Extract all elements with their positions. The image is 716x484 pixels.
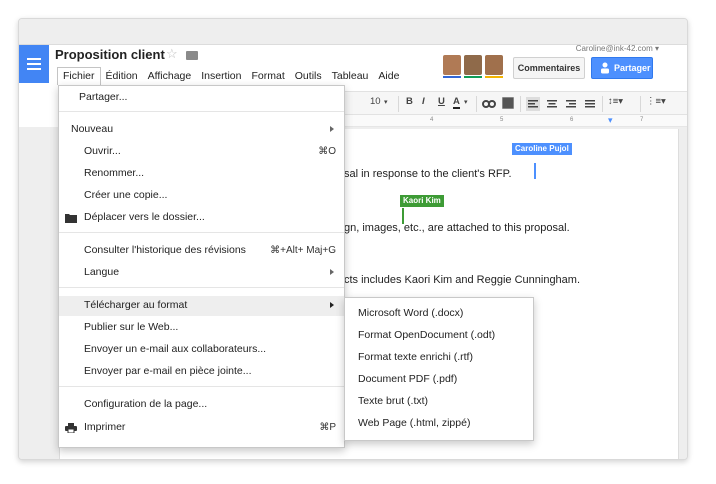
menu-item-publish[interactable]: Publier sur le Web...	[59, 318, 344, 338]
ruler: 4 5 6 7 ▾	[344, 115, 687, 127]
share-button[interactable]: Partager	[591, 57, 653, 79]
format-toolbar: 10 ▾ B I U A ▾ ↕≡▾ ⋮≡▾	[344, 91, 687, 115]
bold-button[interactable]: B	[406, 96, 413, 107]
menu-aide[interactable]: Aide	[373, 67, 404, 85]
line-spacing-icon[interactable]: ↕≡▾	[608, 96, 623, 107]
indent-marker-icon[interactable]: ▾	[608, 115, 613, 126]
align-left-icon[interactable]	[526, 97, 540, 111]
menu-fichier[interactable]: Fichier	[57, 67, 101, 85]
folder-icon	[65, 214, 77, 223]
menu-item-open[interactable]: Ouvrir... ⌘O	[59, 142, 344, 162]
avatar[interactable]	[464, 55, 482, 78]
person-icon	[601, 62, 609, 74]
share-label: Partager	[614, 63, 651, 73]
menu-item-history[interactable]: Consulter l'historique des révisions ⌘+Al…	[59, 241, 344, 261]
text-color-button[interactable]: A	[453, 96, 460, 109]
comment-icon[interactable]	[502, 97, 514, 109]
menu-item-move[interactable]: Déplacer vers le dossier...	[59, 208, 344, 228]
menu-edition[interactable]: Édition	[101, 67, 143, 85]
menu-item-new[interactable]: Nouveau	[59, 120, 344, 140]
align-right-icon[interactable]	[564, 97, 578, 111]
menu-item-email-collaborators[interactable]: Envoyer un e-mail aux collaborateurs...	[59, 340, 344, 360]
menu-affichage[interactable]: Affichage	[143, 67, 197, 85]
menu-item-language[interactable]: Langue	[59, 263, 344, 283]
download-pdf[interactable]: Document PDF (.pdf)	[358, 373, 457, 385]
font-size-chevron-icon[interactable]: ▾	[384, 98, 388, 106]
comments-button[interactable]: Commentaires	[513, 57, 585, 79]
menu-item-page-setup[interactable]: Configuration de la page...	[59, 395, 344, 415]
menu-bar: Fichier Édition Affichage Insertion Form…	[57, 67, 404, 85]
download-odt[interactable]: Format OpenDocument (.odt)	[358, 329, 495, 341]
menu-item-rename[interactable]: Renommer...	[59, 164, 344, 184]
menu-item-download[interactable]: Télécharger au format	[59, 296, 344, 316]
printer-icon	[65, 423, 77, 433]
download-txt[interactable]: Texte brut (.txt)	[358, 395, 428, 407]
doc-text-line[interactable]: gn, images, etc., are attached to this p…	[344, 222, 570, 234]
menu-format[interactable]: Format	[247, 67, 290, 85]
numbered-list-icon[interactable]: ⋮≡▾	[646, 96, 666, 107]
menu-insertion[interactable]: Insertion	[196, 67, 246, 85]
collaborator-cursor	[402, 208, 404, 224]
avatar[interactable]	[443, 55, 461, 78]
underline-button[interactable]: U	[438, 96, 445, 107]
link-icon[interactable]	[482, 98, 496, 110]
menu-item-print[interactable]: Imprimer ⌘P	[59, 418, 344, 438]
docs-logo-icon[interactable]	[19, 45, 49, 83]
browser-title-bar	[19, 19, 687, 45]
menu-outils[interactable]: Outils	[290, 67, 327, 85]
avatar[interactable]	[485, 55, 503, 78]
menu-item-copy[interactable]: Créer une copie...	[59, 186, 344, 206]
collaborator-cursor-label: Kaori Kim	[400, 195, 444, 207]
download-html[interactable]: Web Page (.html, zippé)	[358, 417, 470, 429]
italic-button[interactable]: I	[422, 96, 425, 107]
menu-tableau[interactable]: Tableau	[327, 67, 374, 85]
collaborator-cursor-label: Caroline Pujol	[512, 143, 572, 155]
folder-icon[interactable]	[186, 51, 198, 60]
download-docx[interactable]: Microsoft Word (.docx)	[358, 307, 463, 319]
doc-text-line[interactable]: cts includes Kaori Kim and Reggie Cunnin…	[344, 274, 580, 286]
menu-item-share[interactable]: Partager...	[59, 88, 344, 108]
user-email[interactable]: Caroline@ink-42.com ▾	[576, 44, 659, 53]
align-center-icon[interactable]	[545, 97, 559, 111]
font-size-select[interactable]: 10	[370, 96, 381, 107]
menu-item-email-attachment[interactable]: Envoyer par e-mail en pièce jointe...	[59, 362, 344, 382]
text-color-chevron-icon[interactable]: ▾	[464, 98, 468, 106]
docs-window: Proposition client ☆ Caroline@ink-42.com…	[18, 18, 688, 460]
justify-icon[interactable]	[583, 97, 597, 111]
download-submenu: Microsoft Word (.docx) Format OpenDocume…	[344, 297, 534, 441]
star-icon[interactable]: ☆	[166, 46, 178, 62]
file-menu: Partager... Nouveau Ouvrir... ⌘O Renommer…	[58, 85, 345, 448]
collaborator-avatars	[443, 55, 503, 78]
document-title[interactable]: Proposition client	[55, 47, 165, 62]
download-rtf[interactable]: Format texte enrichi (.rtf)	[358, 351, 473, 363]
stage: Proposition client ☆ Caroline@ink-42.com…	[0, 0, 716, 484]
doc-text-line[interactable]: sal in response to the client's RFP.	[344, 168, 512, 180]
collaborator-cursor	[534, 163, 536, 179]
